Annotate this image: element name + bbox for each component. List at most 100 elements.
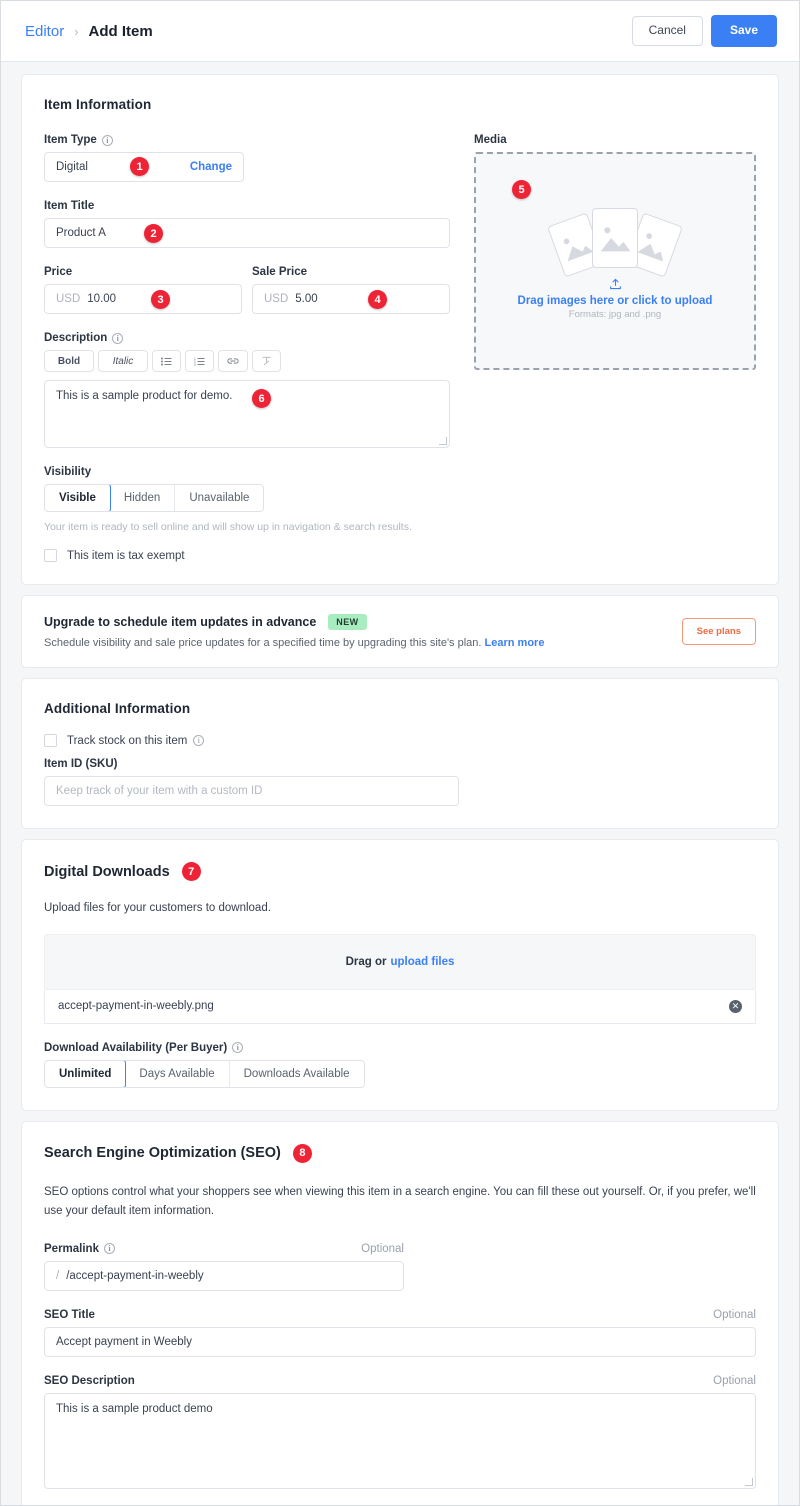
sale-price-input[interactable]: USD 5.00 [252,284,450,314]
clear-formatting-icon[interactable] [252,350,281,372]
price-input[interactable]: USD 10.00 [44,284,242,314]
availability-option-downloads[interactable]: Downloads Available [229,1060,364,1087]
info-icon[interactable]: i [193,735,205,746]
seo-description-text: SEO options control what your shoppers s… [44,1185,756,1217]
seo-title-value: Accept payment in Weebly [56,1335,192,1348]
step-badge-3: 3 [151,290,170,309]
seo-title-label: SEO Title [44,1308,95,1321]
seo-description-label: SEO Description [44,1374,135,1387]
tax-exempt-checkbox[interactable] [44,549,57,562]
visibility-label: Visibility [44,466,92,478]
availability-option-unlimited[interactable]: Unlimited [44,1060,127,1087]
learn-more-link[interactable]: Learn more [485,637,545,649]
item-title-value: Product A [56,227,106,239]
additional-information-title: Additional Information [44,701,191,716]
visibility-segmented-control: Visible Hidden Unavailable [44,484,265,512]
seo-title-optional-label: Optional [713,1308,756,1321]
info-icon[interactable]: i [103,1243,115,1255]
numbered-list-glyph: 1 2 3 [194,357,205,366]
resize-handle[interactable] [745,1477,753,1486]
seo-card: Search Engine Optimization (SEO) 8 SEO o… [21,1120,779,1505]
description-textarea[interactable]: This is a sample product for demo. [44,380,450,448]
remove-file-icon[interactable]: ✕ [729,999,742,1013]
upload-files-link[interactable]: upload files [391,956,455,968]
bulleted-list-glyph [161,357,172,365]
resize-handle[interactable] [439,437,447,445]
digital-downloads-title: Digital Downloads [44,863,170,880]
link-glyph [227,358,239,364]
bulleted-list-icon[interactable] [152,350,181,372]
tax-exempt-label: This item is tax exempt [67,549,185,562]
digital-downloads-card: Digital Downloads 7 Upload files for you… [21,839,779,1111]
photo-stack-icon [545,202,685,278]
save-button[interactable]: Save [710,15,777,47]
media-column: Media 5 Drag images here or click to upl… [474,134,756,562]
breadcrumb: Editor › Add Item [25,23,153,40]
visibility-option-visible[interactable]: Visible [45,485,111,511]
step-badge-8: 8 [292,1143,312,1163]
item-information-card: Item Information Item Type i Digital Cha… [21,74,779,585]
visibility-option-hidden[interactable]: Hidden [109,485,176,511]
cancel-button[interactable]: Cancel [631,16,703,46]
sale-price-value: 5.00 [295,293,318,305]
seo-description-value: This is a sample product demo [56,1402,213,1415]
breadcrumb-editor-link[interactable]: Editor [25,23,64,40]
track-stock-checkbox[interactable] [44,734,57,747]
permalink-label: Permalink i [44,1243,115,1255]
italic-button[interactable]: Italic [98,350,148,372]
info-icon[interactable]: i [112,332,124,344]
upgrade-banner-text: Upgrade to schedule item updates in adva… [44,614,682,649]
seo-description-optional-label: Optional [713,1374,756,1387]
download-availability-label: Download Availability (Per Buyer) i [44,1042,756,1054]
description-label: Description i [44,332,450,344]
seo-description-label-row: SEO Description Optional [44,1375,756,1393]
step-badge-7: 7 [181,862,201,881]
item-title-input[interactable]: Product A [44,218,450,248]
new-badge: NEW [328,614,367,630]
digital-downloads-subtitle: Upload files for your customers to downl… [44,902,271,914]
permalink-label-row: Permalink i Optional [44,1243,404,1261]
seo-title: Search Engine Optimization (SEO) [44,1145,281,1162]
see-plans-button[interactable]: See plans [681,618,756,645]
visibility-helper-text: Your item is ready to sell online and wi… [44,521,412,533]
availability-option-days[interactable]: Days Available [125,1060,230,1087]
step-badge-6: 6 [252,389,271,408]
permalink-input[interactable]: / /accept-payment-in-weebly [44,1260,404,1291]
step-badge-4: 4 [368,290,387,309]
sku-placeholder: Keep track of your item with a custom ID [56,785,263,797]
link-icon[interactable] [218,350,248,372]
sku-label: Item ID (SKU) [44,758,118,770]
digital-downloads-dropzone[interactable]: Drag or upload files [44,933,756,990]
tax-exempt-row: This item is tax exempt [44,549,450,562]
track-stock-row: Track stock on this item i [44,734,756,747]
additional-information-card: Additional Information Track stock on th… [21,678,779,829]
upgrade-banner-subtitle-text: Schedule visibility and sale price updat… [44,637,482,649]
seo-title-input[interactable]: Accept payment in Weebly [44,1326,756,1357]
bold-button[interactable]: Bold [44,350,94,372]
item-type-value: Digital [56,161,88,173]
page-title: Add Item [88,22,153,40]
numbered-list-icon[interactable]: 1 2 3 [185,350,214,372]
digital-downloads-drop-prefix: Drag or [345,955,387,968]
top-bar: Editor › Add Item Cancel Save [1,1,799,62]
uploaded-file-row: accept-payment-in-weebly.png ✕ [44,989,756,1024]
upgrade-banner-subtitle: Schedule visibility and sale price updat… [44,637,682,649]
seo-title-label-row: SEO Title Optional [44,1309,756,1327]
digital-downloads-header: Digital Downloads 7 [44,862,756,881]
description-value: This is a sample product for demo. [56,390,233,402]
download-availability-segmented-control: Unlimited Days Available Downloads Avail… [44,1059,365,1088]
info-icon[interactable]: i [101,134,113,146]
media-dropzone[interactable]: 5 Drag images here or click to upload Fo… [474,152,756,370]
item-type-change-link[interactable]: Change [190,161,232,173]
info-icon[interactable]: i [232,1042,244,1054]
price-value: 10.00 [87,293,117,305]
step-badge-2: 2 [144,224,163,243]
photo-card-center-icon [592,208,638,268]
sku-input[interactable]: Keep track of your item with a custom ID [44,776,459,806]
media-drop-text[interactable]: Drag images here or click to upload [518,295,713,307]
visibility-option-unavailable[interactable]: Unavailable [175,485,264,511]
seo-description-textarea[interactable]: This is a sample product demo [44,1392,756,1489]
upgrade-banner-title: Upgrade to schedule item updates in adva… [44,615,317,629]
price-label: Price [44,266,73,278]
svg-text:3: 3 [194,363,196,366]
